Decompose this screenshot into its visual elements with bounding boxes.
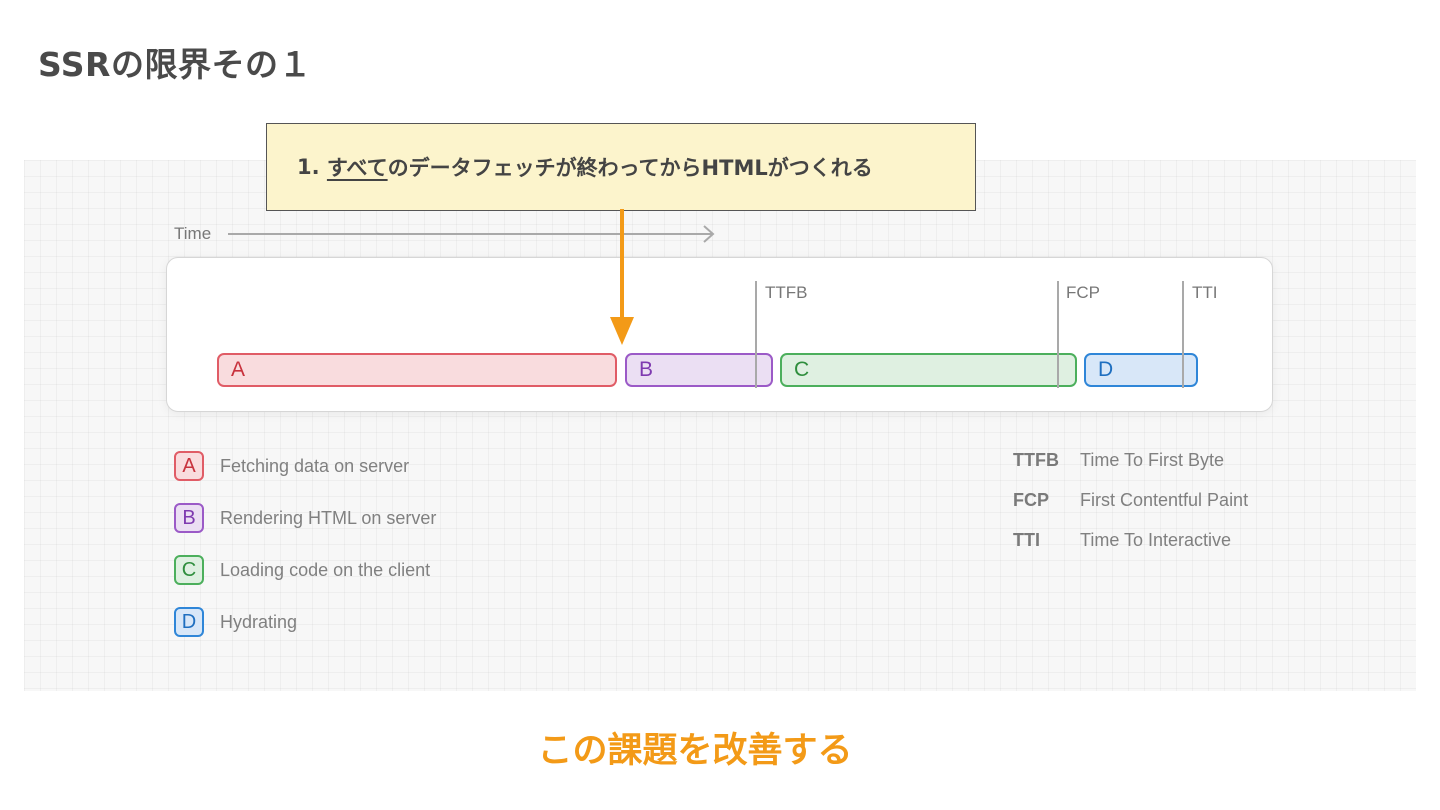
legend-item-d: D Hydrating (174, 605, 297, 639)
callout-emphasis: すべて (326, 156, 388, 180)
tti-marker-label: TTI (1192, 283, 1218, 302)
legend-text-d: Hydrating (220, 611, 298, 632)
metric-desc-tti: Time To Interactive (1080, 530, 1232, 550)
legend-key-c: C (174, 555, 204, 585)
legend-item-c: C Loading code on the client (174, 553, 430, 587)
metric-desc-ttfb: Time To First Byte (1080, 450, 1225, 470)
tti-marker-line (1182, 281, 1184, 388)
callout-prefix: 1. (297, 155, 327, 179)
timeline-box (166, 257, 1273, 412)
ttfb-marker-label: TTFB (765, 283, 808, 302)
bar-hydrating: D (1084, 353, 1198, 387)
fcp-marker-label: FCP (1066, 283, 1100, 302)
legend-text-b: Rendering HTML on server (220, 507, 437, 528)
bar-rendering-html: B (625, 353, 773, 387)
metric-abbr-ttfb: TTFB (1013, 450, 1059, 470)
footer-message: この課題を改善する (537, 731, 853, 771)
metric-abbr-tti: TTI (1013, 530, 1040, 550)
time-arrow-icon (228, 225, 715, 243)
legend-key-b: B (174, 503, 204, 533)
bar-fetching-data: A (217, 353, 617, 387)
legend-text-a: Fetching data on server (220, 455, 410, 476)
bar-loading-code: C (780, 353, 1077, 387)
legend-item-a: A Fetching data on server (174, 449, 409, 483)
fcp-marker-line (1057, 281, 1059, 388)
legend-key-d: D (174, 607, 204, 637)
slide-title: SSRの限界その１ (38, 45, 312, 84)
callout-box: 1. すべて のデータフェッチが終わってからHTMLがつくれる (266, 123, 976, 211)
legend-item-b: B Rendering HTML on server (174, 501, 436, 535)
metric-abbr-fcp: FCP (1013, 490, 1049, 510)
callout-arrow-icon (610, 209, 634, 345)
legend-key-a: A (174, 451, 204, 481)
ttfb-marker-line (755, 281, 757, 388)
callout-text: のデータフェッチが終わってからHTMLがつくれる (387, 156, 873, 180)
metric-desc-fcp: First Contentful Paint (1080, 490, 1249, 510)
legend-text-c: Loading code on the client (220, 559, 431, 580)
time-axis-label: Time (174, 224, 212, 243)
